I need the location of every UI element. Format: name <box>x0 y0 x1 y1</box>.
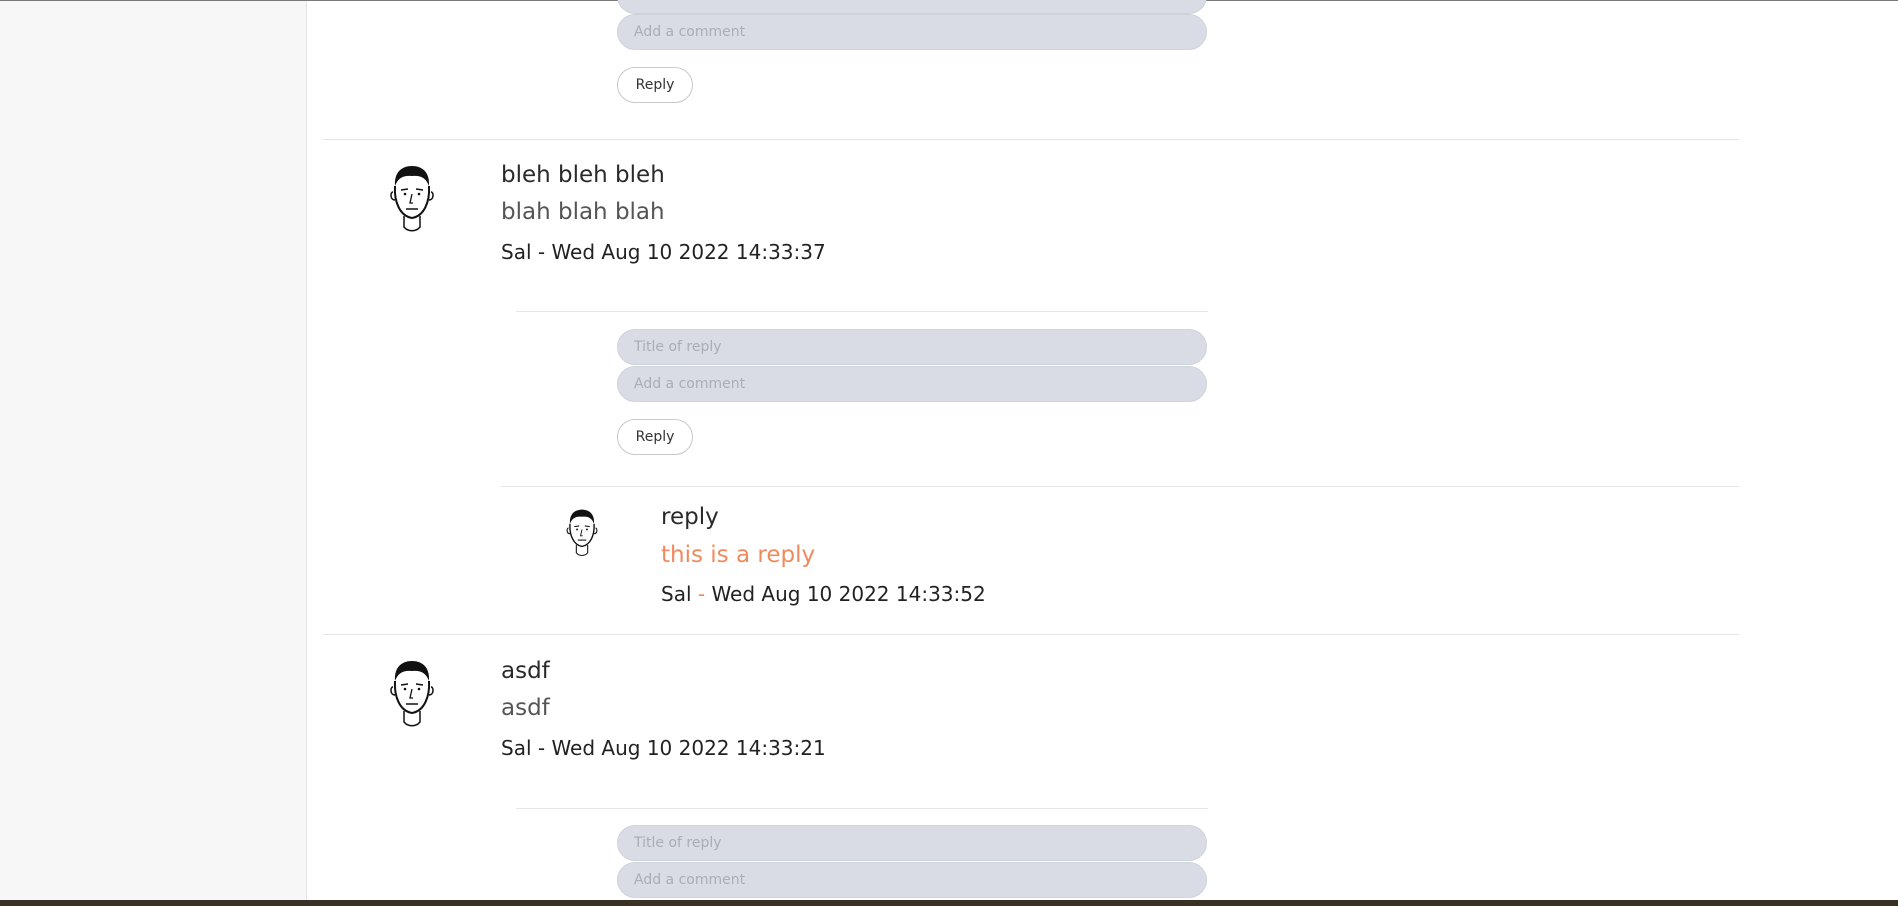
face-avatar-icon <box>390 166 434 232</box>
comment-body: blah blah blah <box>501 199 665 225</box>
meta-separator: - <box>537 736 546 760</box>
reply-form-divider <box>516 808 1208 809</box>
comment-date: Wed Aug 10 2022 14:33:37 <box>551 240 826 264</box>
comment-title: bleh bleh bleh <box>501 162 665 188</box>
reply-comment-field[interactable] <box>617 366 1207 402</box>
meta-separator: - <box>697 582 706 606</box>
comment-meta: Sal - Wed Aug 10 2022 14:33:37 <box>501 240 826 264</box>
comment-divider <box>323 139 1739 140</box>
taskbar-edge <box>0 900 1898 906</box>
comment-title: asdf <box>501 658 550 684</box>
comment-author: Sal <box>501 240 532 264</box>
comment-date: Wed Aug 10 2022 14:33:21 <box>551 736 826 760</box>
previous-title-field[interactable] <box>617 0 1207 14</box>
reply-date: Wed Aug 10 2022 14:33:52 <box>711 582 986 606</box>
reply-button[interactable]: Reply <box>617 419 693 455</box>
reply-divider <box>501 486 1739 487</box>
previous-reply-button[interactable]: Reply <box>617 67 693 103</box>
comment-meta: Sal - Wed Aug 10 2022 14:33:21 <box>501 736 826 760</box>
face-avatar-icon <box>566 509 598 557</box>
face-avatar-icon <box>390 661 434 727</box>
comment-author: Sal <box>501 736 532 760</box>
reply-title: reply <box>661 504 719 530</box>
reply-title-field[interactable] <box>617 329 1207 365</box>
reply-comment-field[interactable] <box>617 862 1207 898</box>
comment-divider <box>323 634 1739 635</box>
sidebar <box>0 1 307 900</box>
comments-page: Reply bleh bleh bleh blah blah blah Sal … <box>0 0 1898 906</box>
reply-meta: Sal - Wed Aug 10 2022 14:33:52 <box>661 582 986 606</box>
comment-body: asdf <box>501 695 550 721</box>
reply-author: Sal <box>661 582 692 606</box>
reply-body: this is a reply <box>661 542 816 568</box>
reply-form-divider <box>516 311 1208 312</box>
previous-comment-field[interactable] <box>617 14 1207 50</box>
meta-separator: - <box>537 240 546 264</box>
reply-title-field[interactable] <box>617 825 1207 861</box>
